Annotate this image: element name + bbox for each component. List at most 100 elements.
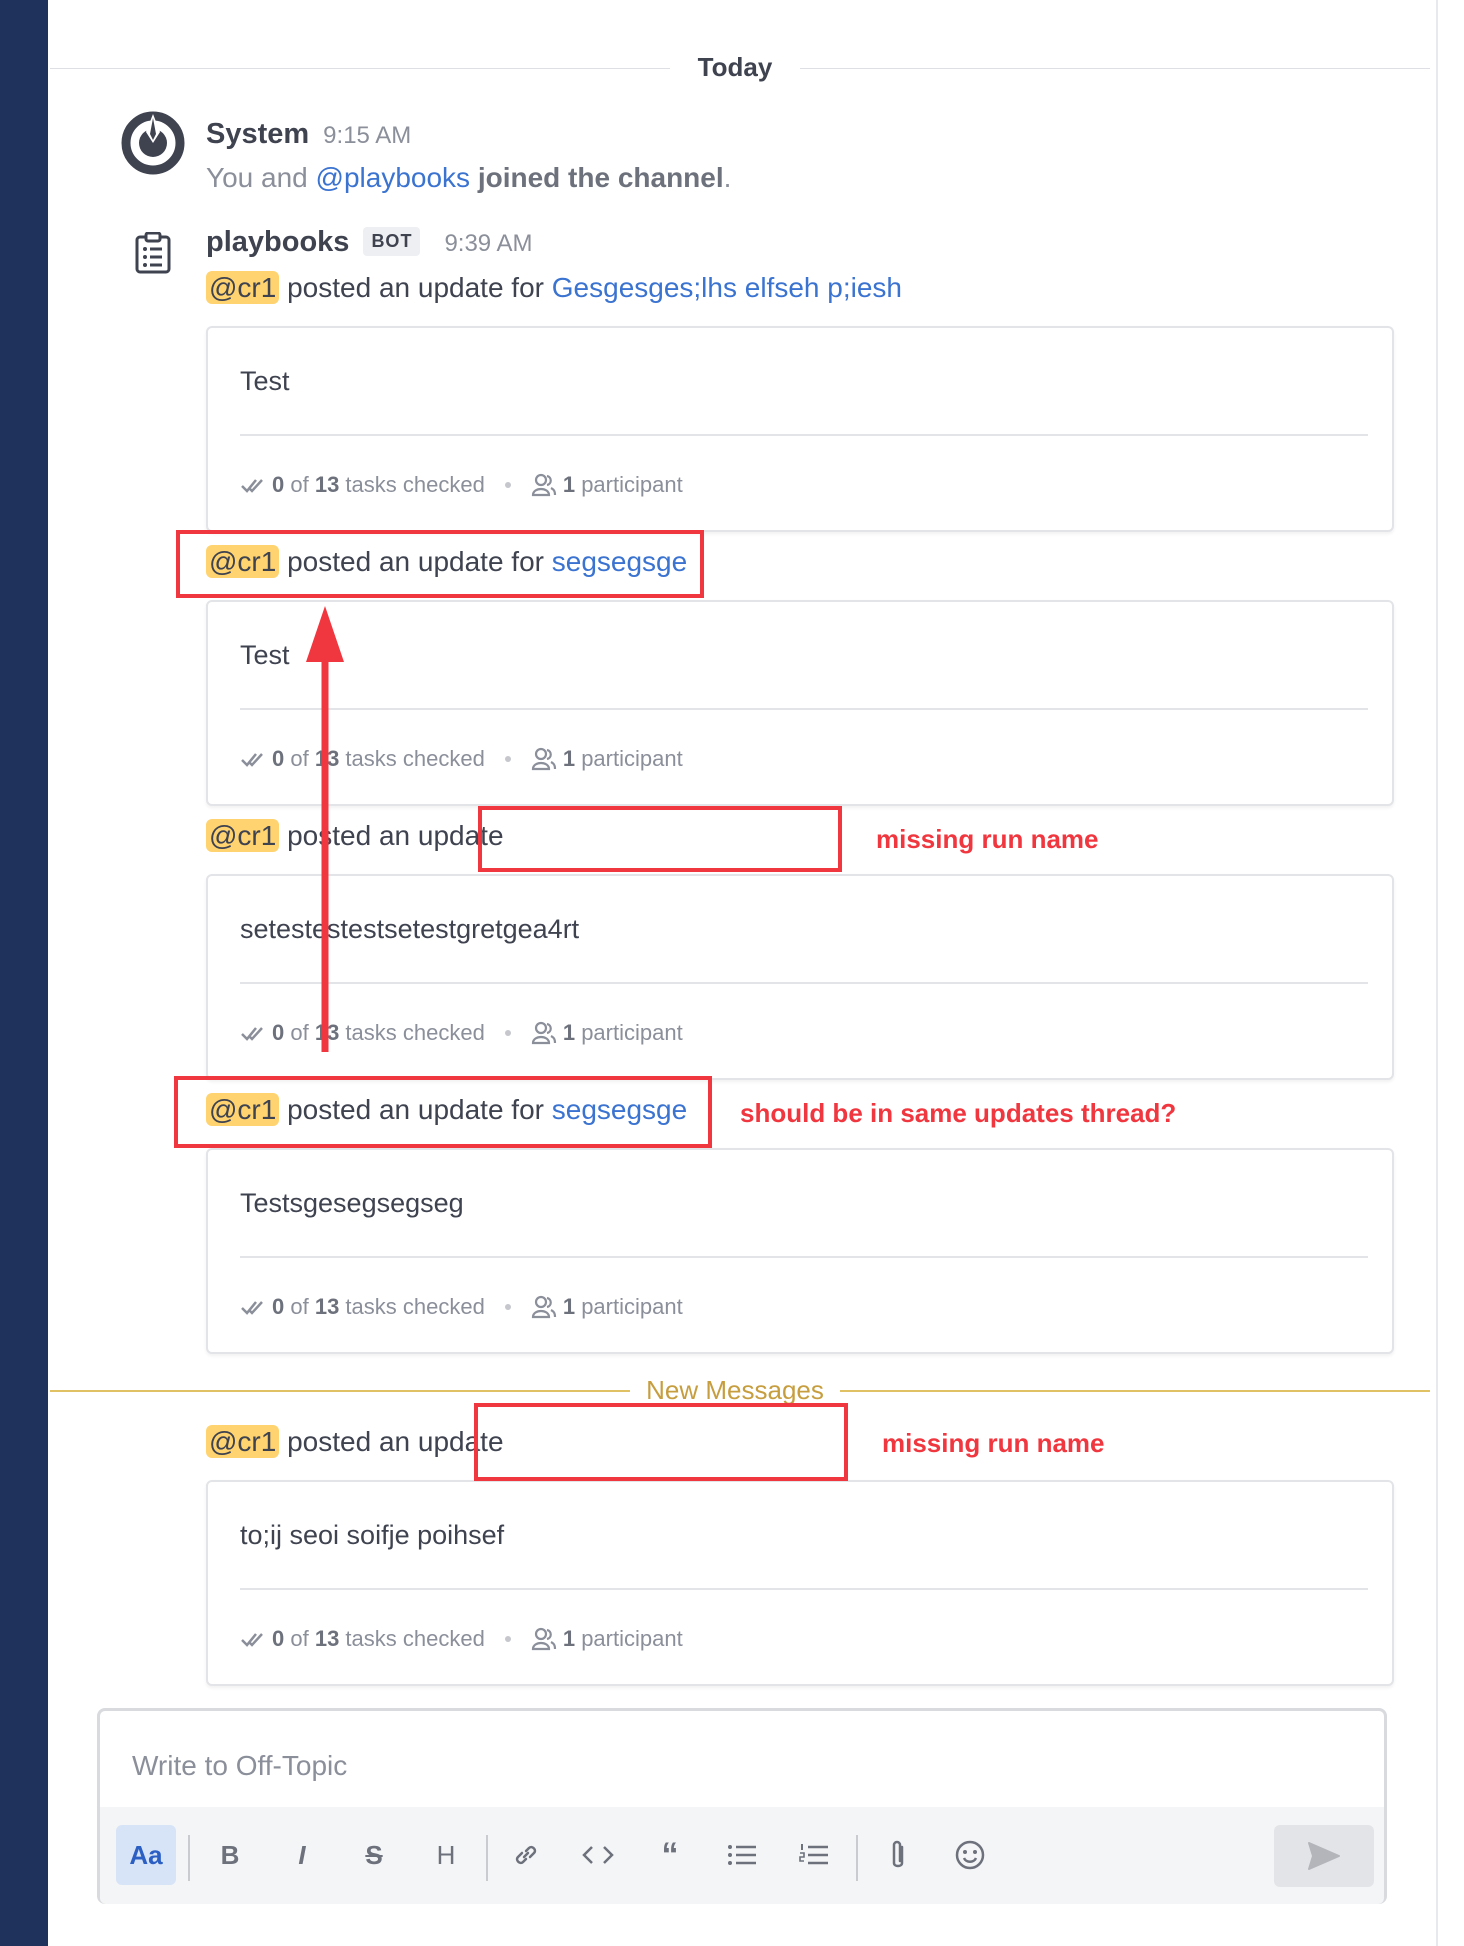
annotation-thread-question: should be in same updates thread? xyxy=(740,1098,1177,1128)
playbooks-clipboard-icon[interactable] xyxy=(134,232,172,274)
formatting-toggle-button[interactable]: Aa xyxy=(116,1825,176,1885)
card-separator xyxy=(240,1256,1368,1258)
formatting-toolbar: Aa B I S H “ xyxy=(100,1807,1384,1904)
participants-label: participant xyxy=(575,746,683,771)
tasks-total: 13 xyxy=(314,1626,340,1651)
double-check-icon xyxy=(241,479,263,493)
update-stats: 0 of 13 tasks checked 1 participant xyxy=(240,472,683,498)
participants-count: 1 xyxy=(562,1294,576,1319)
emoji-button[interactable] xyxy=(940,1825,1000,1885)
participants-count: 1 xyxy=(562,1626,576,1651)
strikethrough-button[interactable]: S xyxy=(344,1825,404,1885)
card-separator xyxy=(240,982,1368,984)
message-composer: Aa B I S H “ xyxy=(97,1708,1387,1904)
right-divider xyxy=(1436,0,1438,1946)
toolbar-separator xyxy=(188,1835,190,1881)
playbooks-mention[interactable]: @playbooks xyxy=(316,162,471,193)
attachment-button[interactable] xyxy=(868,1825,928,1885)
system-text-bold: joined the channel xyxy=(470,162,724,193)
message-input[interactable] xyxy=(130,1749,1314,1783)
tasks-label: tasks checked xyxy=(339,1294,485,1319)
send-icon xyxy=(1308,1842,1340,1870)
update-card: Test 0 of 13 tasks checked 1 participant xyxy=(206,326,1394,532)
numbered-list-button[interactable] xyxy=(784,1825,844,1885)
link-button[interactable] xyxy=(496,1825,556,1885)
tasks-total: 13 xyxy=(314,472,340,497)
stat-dot xyxy=(504,756,511,762)
user-mention[interactable]: @cr1 xyxy=(206,271,280,304)
participants-label: participant xyxy=(575,1626,683,1651)
bot-time[interactable]: 9:39 AM xyxy=(444,230,532,258)
new-messages-separator: New Messages xyxy=(630,1375,840,1406)
system-time[interactable]: 9:15 AM xyxy=(323,122,411,150)
participants-label: participant xyxy=(575,472,683,497)
stat-dot xyxy=(504,1636,511,1642)
participants-icon xyxy=(531,1627,556,1651)
double-check-icon xyxy=(241,1633,263,1647)
bot-badge: BOT xyxy=(363,227,421,256)
bold-button[interactable]: B xyxy=(200,1825,260,1885)
stat-of: of xyxy=(284,472,315,497)
quote-icon: “ xyxy=(661,1835,679,1874)
card-separator xyxy=(240,708,1368,710)
tasks-label: tasks checked xyxy=(339,746,485,771)
tasks-checked: 0 xyxy=(272,1626,285,1651)
system-author[interactable]: System xyxy=(206,118,309,151)
italic-button[interactable]: I xyxy=(272,1825,332,1885)
quote-button[interactable]: “ xyxy=(640,1825,700,1885)
update-card: Testsgesegsegseg 0 of 13 tasks checked 1… xyxy=(206,1148,1394,1354)
date-separator-line-right xyxy=(800,68,1430,69)
update-message: Test xyxy=(240,366,290,396)
annotation-box-run-link-2 xyxy=(174,1076,712,1148)
annotation-missing-run-name-1: missing run name xyxy=(876,824,1099,854)
participants-icon xyxy=(531,747,556,771)
participants-icon xyxy=(531,473,556,497)
bullet-list-button[interactable] xyxy=(712,1825,772,1885)
double-check-icon xyxy=(241,1027,263,1041)
link-icon xyxy=(515,1845,537,1865)
stat-of: of xyxy=(284,1626,315,1651)
code-icon xyxy=(582,1846,614,1864)
heading-button[interactable]: H xyxy=(416,1825,476,1885)
tasks-checked: 0 xyxy=(272,746,285,771)
stat-dot xyxy=(504,1030,511,1036)
code-button[interactable] xyxy=(568,1825,628,1885)
update-line: @cr1 posted an update for Gesgesges;lhs … xyxy=(206,271,902,304)
annotation-box-run-link xyxy=(176,530,704,598)
tasks-checked: 0 xyxy=(272,1020,285,1045)
update-stats: 0 of 13 tasks checked 1 participant xyxy=(240,1294,683,1320)
date-separator: Today xyxy=(697,52,773,82)
tasks-checked: 0 xyxy=(272,472,285,497)
bot-author[interactable]: playbooks xyxy=(206,226,349,259)
update-card: setestestestsetestgretgea4rt 0 of 13 tas… xyxy=(206,874,1394,1080)
tasks-total: 13 xyxy=(314,1294,340,1319)
user-mention[interactable]: @cr1 xyxy=(206,819,280,852)
update-message: Testsgesegsegseg xyxy=(240,1188,464,1218)
update-stats: 0 of 13 tasks checked 1 participant xyxy=(240,1626,683,1652)
update-text: posted an update xyxy=(279,1426,504,1457)
update-card: to;ij seoi soifje poihsef 0 of 13 tasks … xyxy=(206,1480,1394,1686)
bullet-list-icon xyxy=(728,1845,756,1865)
tasks-checked: 0 xyxy=(272,1294,285,1319)
annotation-arrow-icon xyxy=(306,606,344,1052)
update-message: Test xyxy=(240,640,290,670)
user-mention[interactable]: @cr1 xyxy=(206,1425,280,1458)
system-text-prefix: You and xyxy=(206,162,316,193)
bot-post-header: playbooks BOT 9:39 AM xyxy=(206,226,533,260)
participants-label: participant xyxy=(575,1020,683,1045)
system-avatar-icon[interactable] xyxy=(120,110,186,176)
tasks-label: tasks checked xyxy=(339,472,485,497)
run-link[interactable]: Gesgesges;lhs elfseh p;iesh xyxy=(552,272,902,303)
tasks-label: tasks checked xyxy=(339,1020,485,1045)
toolbar-separator xyxy=(856,1835,858,1881)
emoji-icon xyxy=(955,1840,985,1870)
participants-count: 1 xyxy=(562,1020,576,1045)
update-message: setestestestsetestgretgea4rt xyxy=(240,914,580,944)
update-line: @cr1 posted an update xyxy=(206,819,504,852)
send-button[interactable] xyxy=(1274,1825,1374,1887)
annotation-box-missing-1 xyxy=(478,806,842,872)
participants-label: participant xyxy=(575,1294,683,1319)
stat-dot xyxy=(504,482,511,488)
update-message: to;ij seoi soifje poihsef xyxy=(240,1520,505,1550)
team-sidebar xyxy=(0,0,48,1946)
